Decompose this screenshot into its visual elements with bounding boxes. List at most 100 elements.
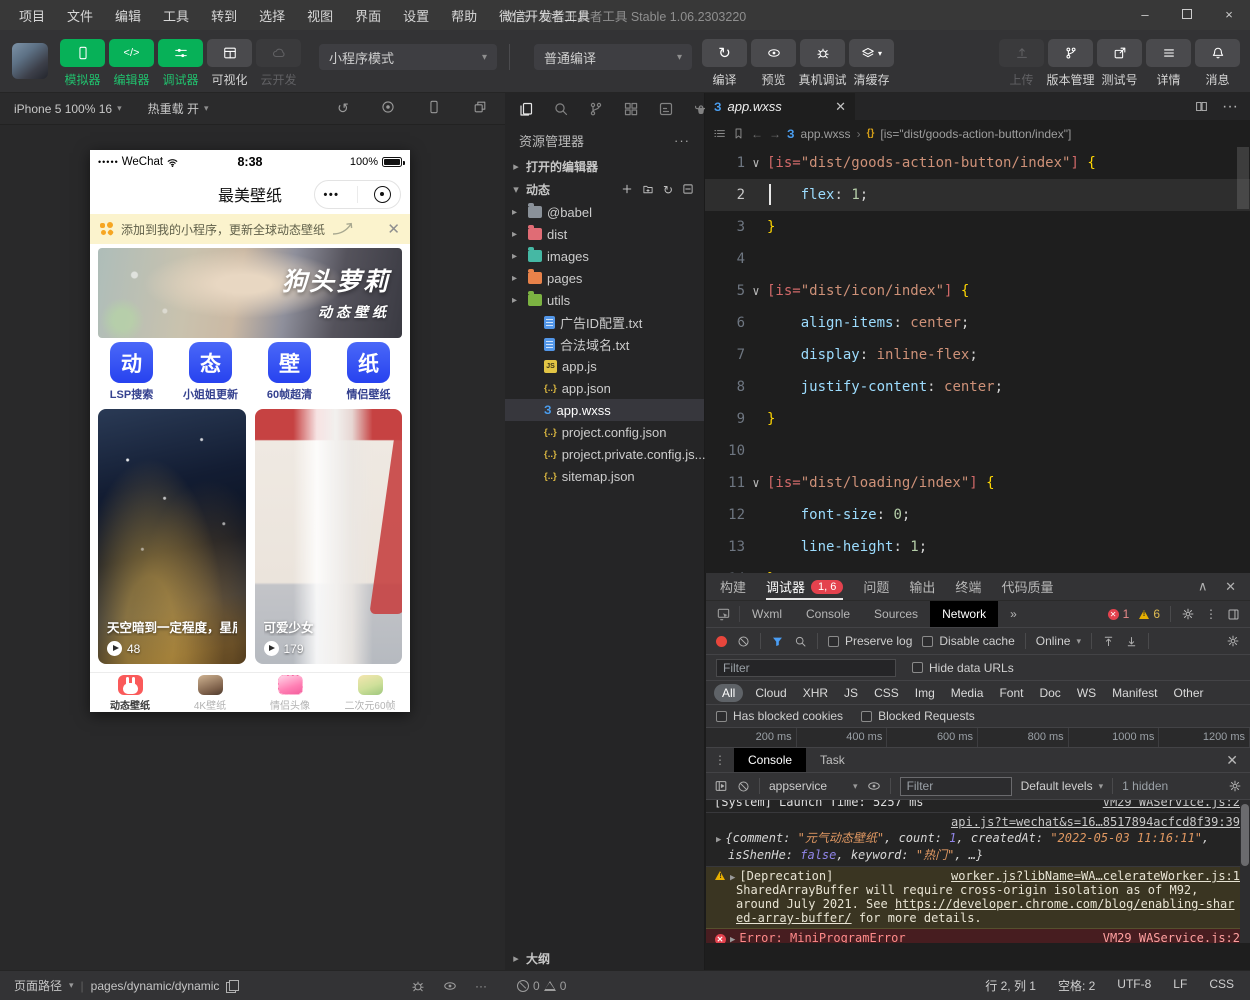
code-line-2[interactable]: 2 flex: 1; bbox=[705, 179, 1250, 211]
settings-gear-icon[interactable] bbox=[1181, 607, 1195, 621]
panel-tab-输出[interactable]: 输出 bbox=[909, 573, 935, 600]
more-actions-icon[interactable]: ··· bbox=[674, 133, 690, 148]
code-line-5[interactable]: 5∨[is="dist/icon/index"] { bbox=[705, 275, 1250, 307]
fold-icon[interactable]: ∨ bbox=[745, 147, 767, 179]
object-preview[interactable]: ▶{comment: "元气动态壁纸", count: 1, createdAt… bbox=[714, 829, 1240, 863]
file-project.private.config.js...[interactable]: {..}project.private.config.js... bbox=[505, 443, 704, 465]
log-levels-select[interactable]: Default levels▾ bbox=[1021, 779, 1104, 793]
console-message-object[interactable]: api.js?t=wechat&s=16…8517894acfcd8f39:39… bbox=[706, 813, 1250, 867]
code-line-4[interactable]: 4 bbox=[705, 243, 1250, 275]
collapse-panel-icon[interactable]: ∨ bbox=[1198, 579, 1208, 595]
back-icon[interactable]: ← bbox=[751, 127, 763, 141]
maximize-button[interactable] bbox=[1166, 0, 1208, 30]
shortcut-LSP搜索[interactable]: 动LSP搜索 bbox=[92, 342, 171, 402]
record-network-icon[interactable] bbox=[716, 636, 727, 647]
toolbar-button-消息[interactable]: 消息 bbox=[1193, 30, 1242, 88]
filter-pill-Manifest[interactable]: Manifest bbox=[1104, 684, 1165, 702]
close-icon[interactable]: ✕ bbox=[387, 220, 400, 238]
toolbar-button-测试号[interactable]: 测试号 bbox=[1095, 30, 1144, 88]
console-filter-input[interactable]: Filter bbox=[900, 777, 1012, 796]
filter-pill-Img[interactable]: Img bbox=[907, 684, 943, 702]
rotate-icon[interactable]: ↺ bbox=[335, 100, 351, 117]
file-sitemap.json[interactable]: {..}sitemap.json bbox=[505, 465, 704, 487]
code-line-11[interactable]: 11∨[is="dist/loading/index"] { bbox=[705, 467, 1250, 499]
toolbar-button-版本管理[interactable]: 版本管理 bbox=[1046, 30, 1095, 88]
toolbar-button-编辑器[interactable]: </>编辑器 bbox=[107, 30, 156, 88]
error-count[interactable]: ✕1 bbox=[1108, 607, 1130, 621]
file-project.config.json[interactable]: {..}project.config.json bbox=[505, 421, 704, 443]
compile-select[interactable]: 普通编译 ▾ bbox=[534, 44, 692, 70]
more-button[interactable]: ••• bbox=[323, 189, 339, 201]
shortcut-60帧超清[interactable]: 壁60帧超清 bbox=[250, 342, 329, 402]
expand-triangle-icon[interactable]: ▶ bbox=[716, 835, 721, 845]
outline-list-icon[interactable] bbox=[713, 127, 726, 140]
shortcut-情侣壁纸[interactable]: 纸情侣壁纸 bbox=[329, 342, 408, 402]
console-log-area[interactable]: [System] Launch Time: 5257 msVM29 WAServ… bbox=[706, 800, 1250, 943]
toolbar-button-预览[interactable]: 预览 bbox=[749, 30, 798, 88]
editor-scrollbar[interactable] bbox=[1237, 147, 1249, 600]
toolbar-button-上传[interactable]: 上传 bbox=[997, 30, 1046, 88]
file-utils[interactable]: ▸utils bbox=[505, 289, 704, 311]
filter-pill-JS[interactable]: JS bbox=[836, 684, 866, 702]
bookmark-icon[interactable] bbox=[732, 127, 745, 140]
network-settings-icon[interactable] bbox=[1226, 634, 1240, 648]
drawer-tab-Console[interactable]: Console bbox=[734, 748, 806, 772]
filter-pill-XHR[interactable]: XHR bbox=[795, 684, 836, 702]
inspect-element-icon[interactable] bbox=[706, 606, 740, 622]
import-har-icon[interactable] bbox=[1102, 635, 1115, 648]
dock-side-icon[interactable] bbox=[1227, 608, 1240, 621]
code-line-1[interactable]: 1∨[is="dist/goods-action-button/index"] … bbox=[705, 147, 1250, 179]
panel-tab-终端[interactable]: 终端 bbox=[955, 573, 981, 600]
wallpaper-card[interactable]: 可爱少女179 bbox=[255, 409, 403, 664]
source-link[interactable]: worker.js?libName=WA…celerateWorker.js:1 bbox=[951, 869, 1240, 883]
menu-界面[interactable]: 界面 bbox=[346, 3, 390, 28]
disable-cache-checkbox[interactable]: Disable cache bbox=[922, 634, 1014, 648]
devtools-tab-Console[interactable]: Console bbox=[794, 601, 862, 627]
code-line-10[interactable]: 10 bbox=[705, 435, 1250, 467]
menu-设置[interactable]: 设置 bbox=[394, 3, 438, 28]
console-message-warning[interactable]: ▶[Deprecation]worker.js?libName=WA…celer… bbox=[706, 867, 1250, 929]
code-line-13[interactable]: 13 line-height: 1; bbox=[705, 531, 1250, 563]
device-frame-icon[interactable] bbox=[427, 100, 443, 117]
menu-微信开发者工具[interactable]: 微信开发者工具 bbox=[490, 3, 599, 28]
file-pages[interactable]: ▸pages bbox=[505, 267, 704, 289]
toolbar-button-模拟器[interactable]: 模拟器 bbox=[58, 30, 107, 88]
file-@babel[interactable]: ▸@babel bbox=[505, 201, 704, 223]
toolbar-button-真机调试[interactable]: 真机调试 bbox=[798, 30, 847, 88]
export-har-icon[interactable] bbox=[1125, 635, 1138, 648]
devtools-tab-Wxml[interactable]: Wxml bbox=[740, 601, 794, 627]
expand-triangle-icon[interactable]: ▶ bbox=[730, 873, 735, 883]
wallpaper-card[interactable]: 天空暗到一定程度，星辰...48 bbox=[98, 409, 246, 664]
phone-tab-二次元60帧[interactable]: 二次元60帧 bbox=[330, 673, 410, 712]
search-network-icon[interactable] bbox=[794, 635, 807, 648]
new-folder-icon[interactable] bbox=[642, 183, 654, 197]
source-link[interactable]: api.js?t=wechat&s=16…8517894acfcd8f39:39 bbox=[951, 815, 1240, 829]
blocked-requests-checkbox[interactable]: Blocked Requests bbox=[861, 709, 975, 723]
page-path-label[interactable]: 页面路径 bbox=[14, 977, 62, 994]
throttling-select[interactable]: Online▾ bbox=[1036, 634, 1081, 648]
toolbar-button-清缓存[interactable]: ▾清缓存 bbox=[847, 30, 896, 88]
close-icon[interactable]: ✕ bbox=[835, 99, 846, 115]
toolbar-button-详情[interactable]: 详情 bbox=[1144, 30, 1193, 88]
source-link[interactable]: VM29 WAService.js:2 bbox=[1103, 800, 1240, 809]
toolbar-button-编译[interactable]: ↻编译 bbox=[700, 30, 749, 88]
breadcrumb-file[interactable]: app.wxss bbox=[801, 127, 851, 141]
panel-tab-构建[interactable]: 构建 bbox=[720, 573, 746, 600]
clear-console-icon[interactable] bbox=[737, 780, 750, 793]
close-button[interactable]: × bbox=[1208, 0, 1250, 30]
indentation[interactable]: 空格: 2 bbox=[1058, 977, 1095, 994]
minimize-button[interactable]: – bbox=[1124, 0, 1166, 30]
collapse-all-icon[interactable] bbox=[682, 183, 694, 197]
menu-选择[interactable]: 选择 bbox=[250, 3, 294, 28]
hero-banner[interactable]: 狗头萝莉 动态壁纸 bbox=[98, 248, 402, 338]
code-line-6[interactable]: 6 align-items: center; bbox=[705, 307, 1250, 339]
encoding[interactable]: UTF-8 bbox=[1117, 977, 1151, 994]
files-explorer-icon[interactable] bbox=[518, 101, 534, 117]
shortcut-小姐姐更新[interactable]: 态小姐姐更新 bbox=[171, 342, 250, 402]
phone-tab-动态壁纸[interactable]: 动态壁纸 bbox=[90, 673, 170, 712]
clear-network-icon[interactable] bbox=[737, 635, 750, 648]
toolbar-button-可视化[interactable]: 可视化 bbox=[205, 30, 254, 88]
filter-pill-WS[interactable]: WS bbox=[1069, 684, 1104, 702]
bug-icon[interactable] bbox=[411, 979, 425, 993]
filter-pill-All[interactable]: All bbox=[714, 684, 743, 702]
